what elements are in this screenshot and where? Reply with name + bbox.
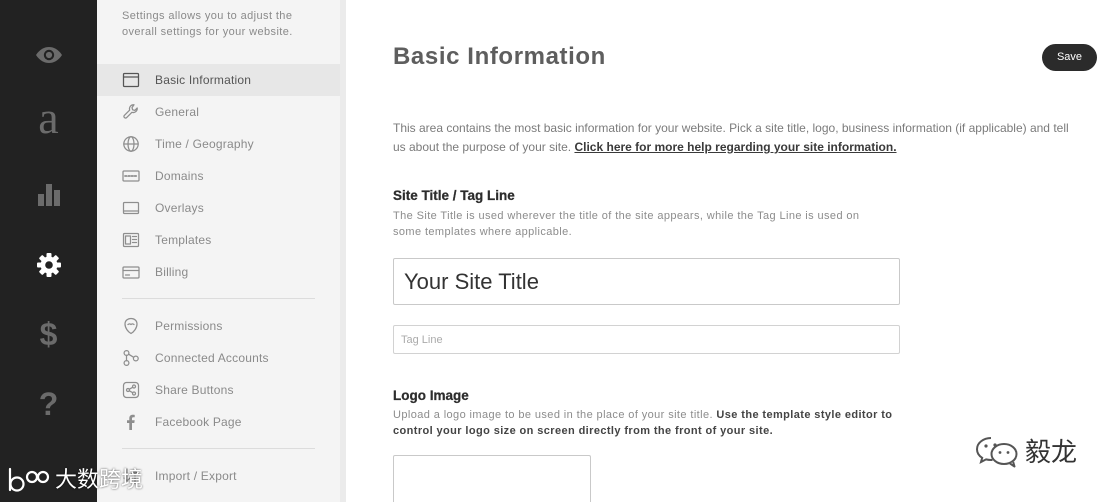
rail-preview-button[interactable] bbox=[0, 25, 97, 85]
page-title: Basic Information bbox=[393, 43, 606, 70]
sidebar-item-label: Time / Geography bbox=[155, 137, 254, 151]
sidebar-divider bbox=[122, 298, 315, 299]
sidebar-item-share-buttons[interactable]: Share Buttons bbox=[97, 374, 340, 406]
rail-settings-button[interactable] bbox=[0, 235, 97, 295]
sidebar-item-label: Billing bbox=[155, 265, 189, 279]
settings-nav: Basic Information General Time / Geograp… bbox=[97, 64, 340, 492]
sidebar-item-connected-accounts[interactable]: Connected Accounts bbox=[97, 342, 340, 374]
site-title-heading: Site Title / Tag Line bbox=[393, 188, 515, 203]
sidebar-item-label: Facebook Page bbox=[155, 415, 242, 429]
rail-help-button[interactable]: ? bbox=[0, 375, 97, 435]
template-icon bbox=[122, 231, 140, 249]
domain-icon bbox=[122, 167, 140, 185]
wechat-icon bbox=[975, 437, 1018, 468]
sidebar-item-label: Connected Accounts bbox=[155, 351, 269, 365]
globe-icon bbox=[122, 135, 140, 153]
logo-image-description: Upload a logo image to be used in the pl… bbox=[393, 407, 913, 439]
question-icon: ? bbox=[38, 386, 59, 422]
logo-image-heading: Logo Image bbox=[393, 388, 469, 403]
rail-design-button[interactable]: a bbox=[0, 95, 97, 155]
bar-chart-icon bbox=[37, 184, 60, 206]
logo-upload-box[interactable] bbox=[393, 455, 591, 502]
sidebar-item-billing[interactable]: Billing bbox=[97, 256, 340, 288]
rail-stats-button[interactable] bbox=[0, 165, 97, 225]
logo-description-text: Upload a logo image to be used in the pl… bbox=[393, 409, 713, 421]
rail-commerce-button[interactable]: $ bbox=[0, 305, 97, 365]
watermark-logo-icon bbox=[8, 467, 50, 492]
tagline-input[interactable] bbox=[393, 325, 900, 354]
sidebar-item-domains[interactable]: Domains bbox=[97, 160, 340, 192]
overlay-icon bbox=[122, 199, 140, 217]
sidebar-item-facebook-page[interactable]: Facebook Page bbox=[97, 406, 340, 438]
site-title-description: The Site Title is used wherever the titl… bbox=[393, 210, 860, 238]
intro-paragraph: This area contains the most basic inform… bbox=[393, 119, 1081, 157]
site-title-input[interactable] bbox=[393, 258, 900, 305]
connected-nodes-icon bbox=[122, 349, 140, 367]
eye-icon bbox=[35, 47, 62, 63]
sidebar-item-label: Domains bbox=[155, 169, 204, 183]
sidebar-item-label: General bbox=[155, 105, 200, 119]
help-link[interactable]: Click here for more help regarding your … bbox=[574, 140, 896, 154]
shield-icon bbox=[122, 317, 140, 335]
sidebar-item-time-geography[interactable]: Time / Geography bbox=[97, 128, 340, 160]
sidebar-item-label: Basic Information bbox=[155, 73, 252, 87]
watermark-text-right: 毅龙 bbox=[1025, 438, 1078, 468]
share-icon bbox=[122, 381, 140, 399]
letter-a-icon: a bbox=[38, 92, 59, 143]
icon-rail: a $ ? bbox=[0, 0, 97, 502]
sidebar-divider bbox=[122, 448, 315, 449]
sidebar-item-label: Overlays bbox=[155, 201, 204, 215]
sidebar-item-general[interactable]: General bbox=[97, 96, 340, 128]
sidebar-item-label: Permissions bbox=[155, 319, 223, 333]
watermark-text-left: 大数跨境 bbox=[55, 468, 144, 493]
sidebar-description: Settings allows you to adjust the overal… bbox=[122, 10, 293, 38]
sidebar-item-basic-information[interactable]: Basic Information bbox=[97, 64, 340, 96]
dollar-icon: $ bbox=[39, 316, 58, 352]
sidebar-item-overlays[interactable]: Overlays bbox=[97, 192, 340, 224]
sidebar-item-label: Share Buttons bbox=[155, 383, 234, 397]
app-window: a $ ? Settings allows you to adjust the … bbox=[0, 0, 1120, 502]
sidebar-item-templates[interactable]: Templates bbox=[97, 224, 340, 256]
credit-card-icon bbox=[122, 263, 140, 281]
window-icon bbox=[122, 71, 140, 89]
sidebar-item-label: Templates bbox=[155, 233, 212, 247]
facebook-icon bbox=[122, 413, 140, 431]
settings-sidebar: Settings allows you to adjust the overal… bbox=[97, 0, 346, 502]
sidebar-item-label: Import / Export bbox=[155, 469, 237, 483]
sidebar-item-permissions[interactable]: Permissions bbox=[97, 310, 340, 342]
save-button[interactable]: Save bbox=[1042, 44, 1097, 71]
gear-icon bbox=[36, 253, 61, 277]
wrench-icon bbox=[122, 103, 140, 121]
